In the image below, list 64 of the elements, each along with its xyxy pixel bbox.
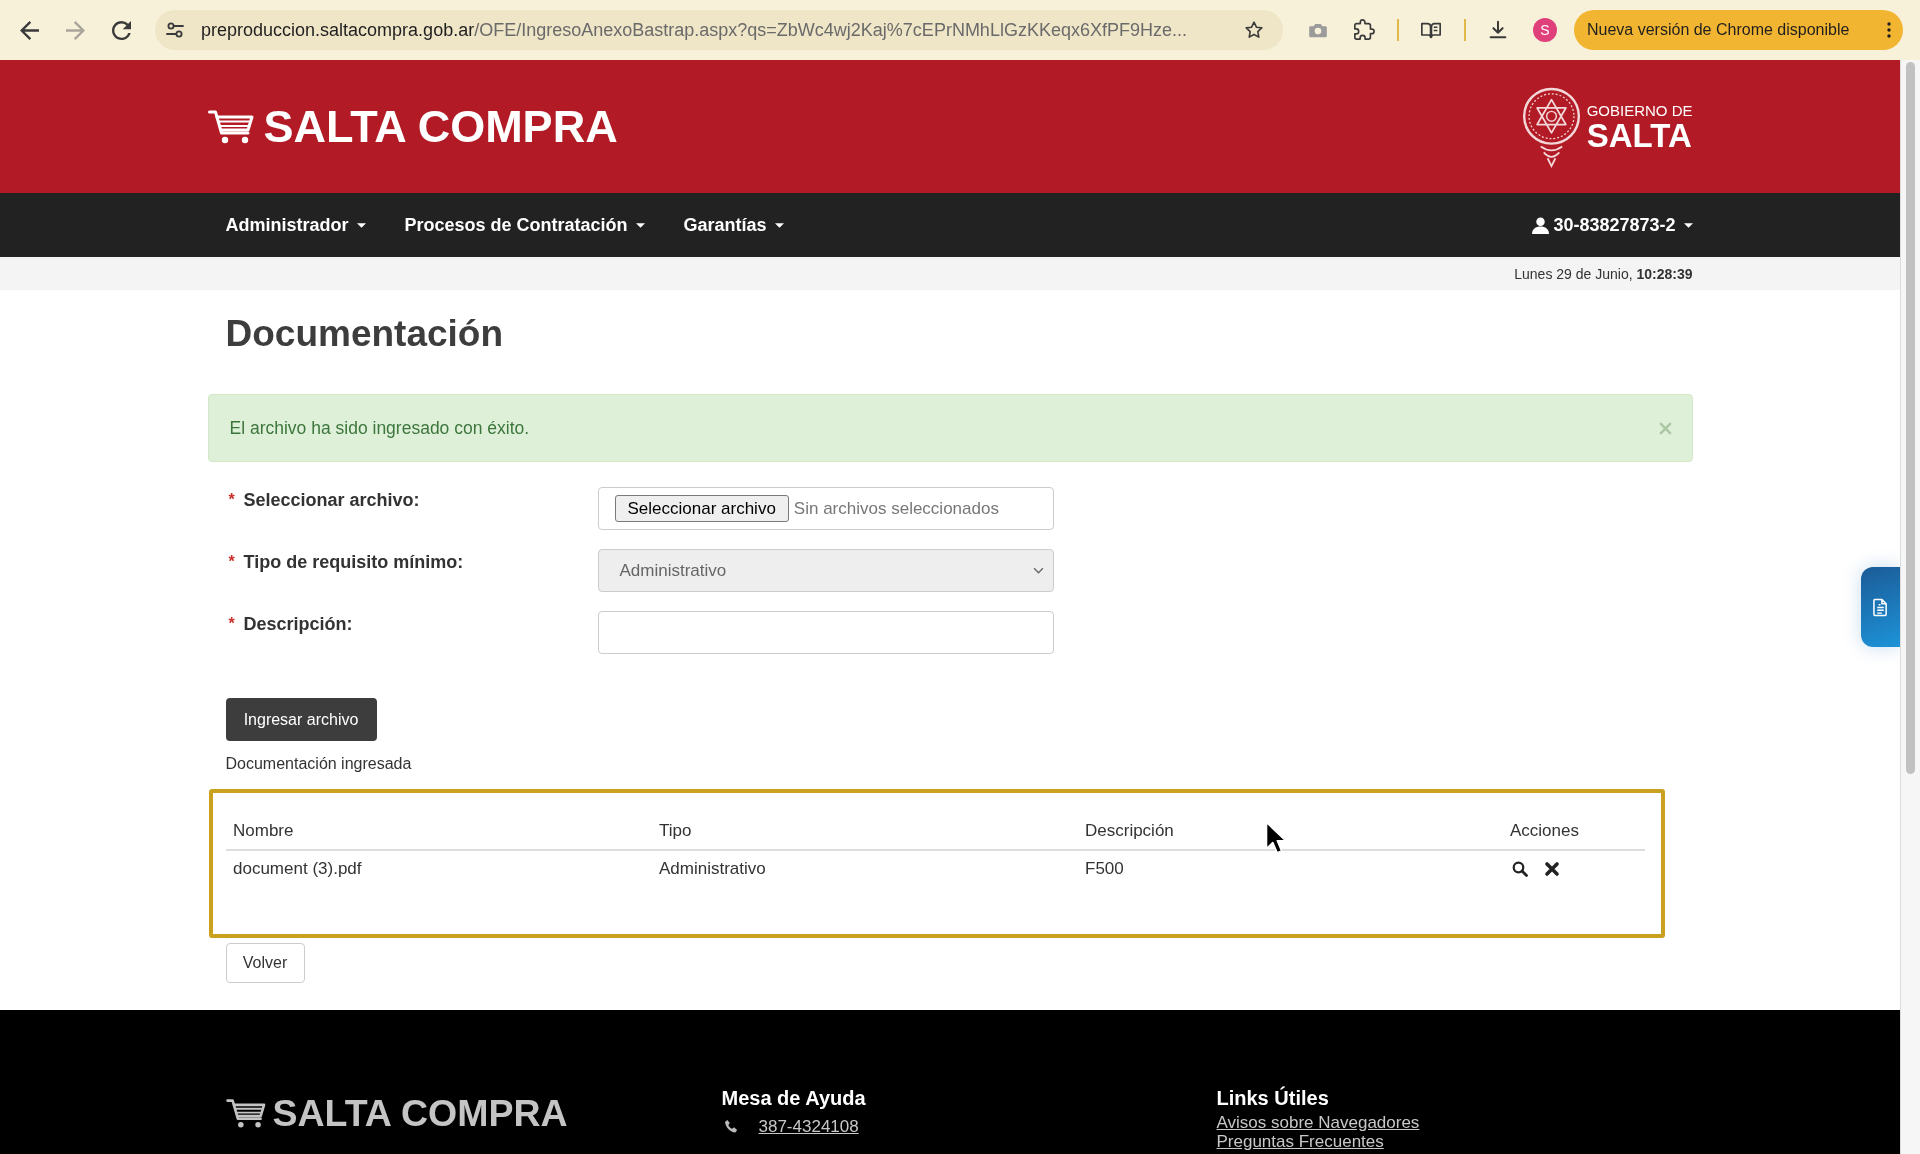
cart-icon <box>207 108 254 145</box>
puzzle-icon[interactable] <box>1353 19 1375 41</box>
more-icon <box>1887 22 1891 38</box>
cart-icon <box>225 1097 266 1129</box>
required-mark: * <box>228 614 236 634</box>
footer-heading: Links Útiles <box>1216 1086 1330 1110</box>
footer-link[interactable]: Preguntas Frecuentes <box>1216 1132 1693 1151</box>
file-field[interactable]: Seleccionar archivo Sin archivos seleccionados <box>597 487 1054 530</box>
caret-icon <box>635 222 645 228</box>
reload-icon[interactable] <box>111 20 131 40</box>
choose-file-button[interactable]: Seleccionar archivo <box>614 495 789 522</box>
logo-text: SALTA COMPRA <box>263 100 618 153</box>
column-header: Acciones <box>1503 813 1645 850</box>
scrollbar[interactable] <box>1900 60 1920 1154</box>
column-header: Nombre <box>226 813 652 850</box>
nav-menu-item[interactable]: Garantías <box>683 214 784 236</box>
government-name: SALTA <box>1586 118 1693 152</box>
page-title: Documentación <box>225 312 505 356</box>
cross-icon[interactable] <box>1544 861 1560 877</box>
side-tab-button[interactable] <box>1861 567 1900 647</box>
section-caption: Documentación ingresada <box>225 754 413 774</box>
date-text: Lunes 29 de Junio, 10:28:39 <box>1514 265 1693 282</box>
government-name: GOBIERNO DE <box>1586 101 1693 119</box>
text-field[interactable] <box>597 611 1054 654</box>
submit-button[interactable]: Ingresar archivo <box>225 698 377 741</box>
table-cell: document (3).pdf <box>226 850 652 887</box>
update-button[interactable]: Nueva versión de Chrome disponible <box>1574 10 1903 50</box>
profile-avatar[interactable]: S <box>1533 18 1557 42</box>
phone-link[interactable]: 387-4324108 <box>758 1117 859 1136</box>
column-header: Tipo <box>652 813 1078 850</box>
footer-link[interactable]: Avisos sobre Navegadores <box>1216 1113 1693 1132</box>
required-mark: * <box>228 552 236 572</box>
caret-icon <box>774 222 784 228</box>
field-label: Tipo de requisito mínimo: <box>243 552 464 572</box>
nav-menu-item[interactable]: Procesos de Contratación <box>404 214 645 236</box>
field-label: Descripción: <box>243 614 353 634</box>
scrollbar-thumb[interactable] <box>1906 62 1915 774</box>
document-icon <box>1873 597 1888 617</box>
cursor-icon <box>1265 821 1287 855</box>
field-label: Seleccionar archivo: <box>243 490 420 510</box>
address-bar[interactable]: preproduccion.saltacompra.gob.ar/OFE/IngresoAnexoBastrap.aspx?qs=ZbWc4wj2Kaj%7cEPrNMhLlGzKKeqx6XfPF9Hze... <box>155 10 1283 50</box>
back-arrow-icon[interactable] <box>19 20 39 40</box>
user-menu[interactable]: 30-83827873-2 <box>1532 214 1693 236</box>
logo-text: SALTA COMPRA <box>272 1093 568 1133</box>
alert-message: El archivo ha sido ingresado con éxito. <box>229 417 530 439</box>
download-icon[interactable] <box>1487 19 1509 41</box>
caret-icon <box>1683 222 1693 228</box>
search-icon[interactable] <box>1512 861 1528 877</box>
emblem-icon <box>1521 85 1581 168</box>
nav-menu-item[interactable]: Administrador <box>225 214 366 236</box>
select-field: Administrativo <box>597 549 1054 592</box>
caret-icon <box>356 222 366 228</box>
table-cell: Administrativo <box>652 850 1078 887</box>
user-icon <box>1532 216 1550 234</box>
footer-heading: Mesa de Ayuda <box>721 1086 867 1110</box>
phone-icon <box>723 1119 739 1134</box>
required-mark: * <box>228 490 236 510</box>
back-button[interactable]: Volver <box>225 943 305 983</box>
url-text: preproduccion.saltacompra.gob.ar/OFE/IngresoAnexoBastrap.aspx?qs=ZbWc4wj2Kaj%7cEPrNMhLlGzKKeqx6XfPF9Hze... <box>201 19 1188 41</box>
sliders-icon[interactable] <box>165 20 185 40</box>
star-icon[interactable] <box>1244 20 1264 40</box>
chevron-down-icon <box>1032 567 1044 574</box>
table-cell: F500 <box>1078 850 1503 887</box>
file-status-text: Sin archivos seleccionados <box>793 498 999 519</box>
